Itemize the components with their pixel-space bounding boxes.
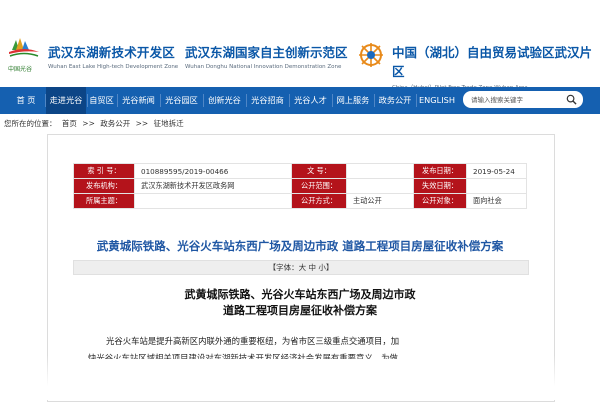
nav-free-trade[interactable]: 自贸区: [87, 87, 116, 114]
nav-home[interactable]: 首 页: [8, 87, 44, 114]
brand2-subtitle: Wuhan Donghu National Innovation Demonst…: [185, 64, 342, 70]
nav-investment[interactable]: 光谷招商: [247, 87, 288, 114]
meta-label-method: 公开方式：: [291, 193, 347, 209]
breadcrumb-prefix: 您所在的位置：: [4, 119, 57, 128]
bottom-fade: [0, 355, 600, 400]
nav-english[interactable]: ENGLISH: [417, 87, 457, 114]
nav-parks[interactable]: 光谷园区: [161, 87, 202, 114]
breadcrumb-land-expropriation[interactable]: 征地拆迁: [154, 119, 184, 128]
meta-value-org: 武汉东湖新技术开发区政务网: [134, 178, 292, 194]
meta-value-date: 2019-05-24: [466, 163, 527, 179]
font-size-toggle[interactable]: 【字体：大 中 小】: [73, 260, 529, 275]
document-heading: 武黄城际铁路、光谷火车站东西广场及周边市政 道路工程项目房屋征收补偿方案: [60, 287, 540, 319]
meta-label-expire: 失效日期：: [413, 178, 467, 194]
breadcrumb-home[interactable]: 首页: [62, 119, 77, 128]
nav-online-service[interactable]: 网上服务: [333, 87, 373, 114]
article-paragraph: 光谷火车站是提升高新区内联外通的重要枢纽，为省市区三级重点交通项目，加: [106, 336, 400, 346]
search-input[interactable]: 请输入搜索关键字: [463, 91, 583, 108]
search-placeholder: 请输入搜索关键字: [471, 96, 523, 104]
breadcrumb-separator: >>: [82, 119, 95, 128]
search-icon[interactable]: [566, 94, 577, 105]
nav-about-optics-valley[interactable]: 走进光谷: [46, 87, 86, 114]
meta-label-date: 发布日期：: [413, 163, 467, 179]
free-trade-zone-logo-icon[interactable]: [356, 40, 386, 70]
meta-label-audience: 公开对象：: [413, 193, 467, 209]
meta-value-topic: [134, 193, 292, 209]
breadcrumb: 您所在的位置： 首页 >> 政务公开 >> 征地拆迁: [4, 118, 187, 129]
nav-innovation[interactable]: 创新光谷: [204, 87, 245, 114]
nav-news[interactable]: 光谷新闻: [118, 87, 159, 114]
article-title: 武黄城际铁路、光谷火车站东西广场及周边市政 道路工程项目房屋征收补偿方案: [96, 239, 504, 253]
nav-gov-affairs[interactable]: 政务公开: [375, 87, 415, 114]
breadcrumb-separator: >>: [135, 119, 149, 128]
brand1-subtitle: Wuhan East Lake High-tech Development Zo…: [48, 64, 179, 70]
document-heading-line1: 武黄城际铁路、光谷火车站东西广场及周边市政: [184, 288, 416, 301]
document-meta-table: 索 引 号： 010889595/2019-00466 文 号： 发布日期： 2…: [73, 163, 527, 209]
meta-label-org: 发布机构：: [73, 178, 135, 194]
meta-value-method: 主动公开: [346, 193, 414, 209]
meta-value-openrange: [346, 178, 414, 194]
site-header: 中国光谷 武汉东湖新技术开发区 Wuhan East Lake High-tec…: [0, 0, 600, 91]
brand-east-lake[interactable]: 武汉东湖新技术开发区 Wuhan East Lake High-tech Dev…: [48, 42, 178, 70]
brand-innovation-zone[interactable]: 武汉东湖国家自主创新示范区 Wuhan Donghu National Inno…: [185, 42, 348, 70]
document-heading-line2: 道路工程项目房屋征收补偿方案: [223, 304, 377, 317]
meta-value-expire: [466, 178, 527, 194]
meta-label-docno: 文 号：: [291, 163, 347, 179]
meta-value-docno: [346, 163, 414, 179]
meta-value-audience: 面向社会: [466, 193, 527, 209]
meta-label-openrange: 公开范围：: [291, 178, 347, 194]
meta-label-topic: 所属主题：: [73, 193, 135, 209]
brand3-title: 中国（湖北）自由贸易试验区武汉片区: [392, 45, 593, 79]
brand-free-trade-zone[interactable]: 中国（湖北）自由贸易试验区武汉片区 China（Hubei）Pilot Free…: [392, 42, 600, 91]
meta-label-index: 索 引 号：: [73, 163, 135, 179]
logo-caption: 中国光谷: [8, 66, 33, 73]
brand1-title: 武汉东湖新技术开发区: [48, 45, 176, 60]
breadcrumb-gov-affairs[interactable]: 政务公开: [100, 119, 130, 128]
brand2-title: 武汉东湖国家自主创新示范区: [185, 45, 348, 60]
nav-talent[interactable]: 光谷人才: [290, 87, 331, 114]
meta-value-index: 010889595/2019-00466: [134, 163, 292, 179]
